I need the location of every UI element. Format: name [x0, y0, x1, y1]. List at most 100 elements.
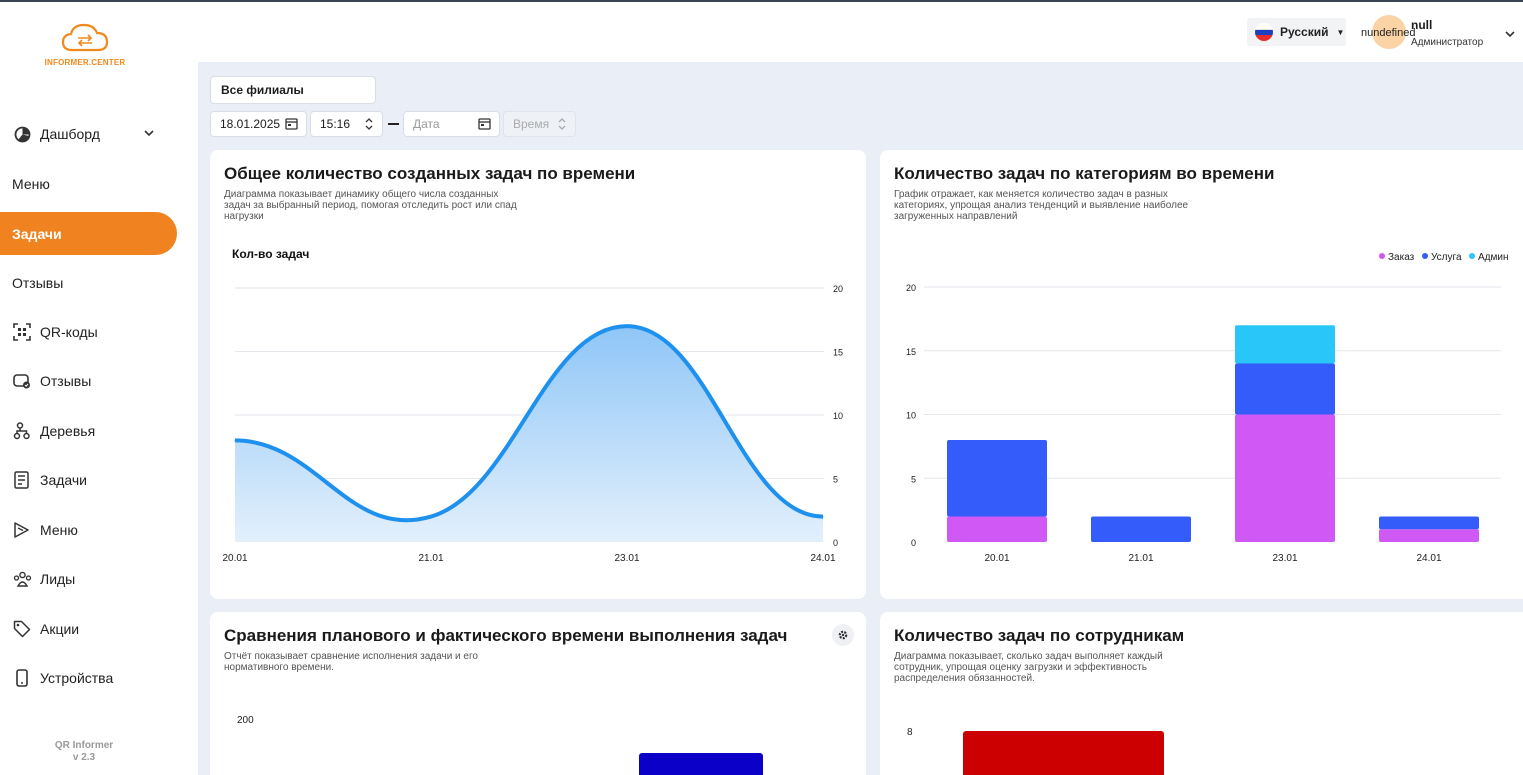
x-tick-label: 21.01 — [1128, 553, 1153, 564]
bar-segment-service — [1235, 363, 1335, 415]
sidebar-item-label: Задачи — [40, 472, 88, 488]
sidebar-item-label: Устройства — [40, 670, 114, 686]
sidebar-item-reviews[interactable]: Отзывы — [0, 360, 177, 402]
sidebar-subitem-tasks[interactable]: Задачи — [0, 212, 177, 255]
bar-segment-order — [947, 516, 1047, 542]
sidebar-item-qr-codes[interactable]: QR-коды — [0, 311, 177, 353]
sidebar-item-trees[interactable]: Деревья — [0, 410, 177, 452]
legend-marker — [1422, 253, 1428, 259]
time-from-field[interactable]: 15:16 — [310, 111, 383, 137]
data-point — [822, 516, 824, 518]
sidebar-item-label: Акции — [40, 621, 80, 637]
top-header: Русский ▼ nundefined null Администратор — [198, 2, 1523, 62]
y-tick-label: 10 — [906, 411, 916, 421]
time-to-placeholder: Время — [513, 117, 550, 131]
sidebar-item-label: Лиды — [40, 571, 76, 587]
review-icon — [12, 371, 32, 391]
sidebar-item-label: Деревья — [40, 423, 96, 439]
tag-icon — [12, 619, 32, 639]
plan-vs-fact-chart: 200 — [237, 715, 763, 775]
bar-segment-order — [1235, 414, 1335, 542]
card-plan-vs-fact: Сравнения планового и фактического време… — [210, 612, 866, 775]
russia-flag-icon — [1255, 23, 1273, 41]
chevron-down-icon — [143, 126, 155, 142]
x-tick-label: 24.01 — [810, 553, 835, 564]
sidebar: INFORMER.CENTER Дашборд Меню Задачи Отзы… — [0, 2, 198, 775]
bar-segment-service — [1091, 516, 1191, 542]
card-total-tasks: Общее количество созданных задач по врем… — [210, 150, 866, 599]
y-tick-label: 20 — [833, 284, 843, 294]
chart-title: Кол-во задач — [232, 247, 309, 261]
user-role: Администратор — [1411, 37, 1484, 48]
menu-book-icon — [12, 520, 32, 540]
y-tick-label: 15 — [833, 348, 843, 358]
user-name: null — [1411, 18, 1433, 32]
sidebar-subitem-reviews[interactable]: Отзывы — [0, 262, 177, 304]
bar-segment-service — [947, 440, 1047, 517]
sidebar-item-label: Меню — [40, 522, 78, 538]
legend-label: Заказ — [1388, 252, 1415, 263]
tree-icon — [12, 421, 32, 441]
avatar-text: nundefined — [1361, 27, 1416, 39]
caret-down-icon: ▼ — [1336, 27, 1345, 37]
sidebar-item-leads[interactable]: Лиды — [0, 558, 177, 600]
sidebar-item-label: Отзывы — [40, 373, 92, 389]
sidebar-item-dashboard[interactable]: Дашборд — [0, 113, 177, 155]
bar-plan — [639, 753, 763, 775]
y-tick-label: 0 — [833, 538, 838, 548]
x-tick-label: 23.01 — [614, 553, 639, 564]
date-to-field[interactable]: Дата — [403, 111, 500, 137]
time-to-field[interactable]: Время — [503, 111, 576, 137]
sidebar-subitem-menu[interactable]: Меню — [0, 163, 177, 205]
sidebar-item-menu[interactable]: Меню — [0, 509, 177, 551]
x-tick-label: 21.01 — [418, 553, 443, 564]
x-tick-label: 20.01 — [984, 553, 1009, 564]
legend-marker — [1469, 253, 1475, 259]
x-tick-label: 24.01 — [1416, 553, 1441, 564]
legend-label: Услуга — [1431, 252, 1462, 263]
y-tick-label: 20 — [906, 283, 916, 293]
tasks-icon — [12, 470, 32, 490]
x-tick-label: 20.01 — [222, 553, 247, 564]
sidebar-item-label: Отзывы — [12, 275, 64, 291]
bar-segment-service — [1379, 516, 1479, 530]
spinner-icon — [557, 117, 567, 134]
app-footer-name: QR Informer — [54, 740, 114, 751]
pie-chart-icon — [12, 124, 32, 144]
y-tick-label: 200 — [237, 715, 254, 726]
card-tasks-by-category: Количество задач по категориям во времен… — [880, 150, 1523, 599]
date-to-placeholder: Дата — [413, 117, 440, 131]
bar-employee — [963, 731, 1164, 775]
y-tick-label: 8 — [907, 727, 913, 738]
x-tick-label: 23.01 — [1272, 553, 1297, 564]
total-tasks-chart: Кол-во задач 0 5 10 15 20 20.01 21.01 23.01 24.01 — [222, 247, 843, 564]
logo[interactable]: INFORMER.CENTER — [40, 20, 130, 67]
data-point — [626, 325, 628, 327]
sidebar-item-devices[interactable]: Устройства — [0, 657, 177, 699]
y-tick-label: 5 — [911, 474, 916, 484]
sidebar-item-promotions[interactable]: Акции — [0, 608, 177, 650]
card-tasks-by-employee: Количество задач по сотрудникам Диаграмм… — [880, 612, 1523, 775]
tasks-by-category-chart: 0 5 10 15 20 20.01 21.01 23.01 24.01 Заказ Услуга А… — [906, 252, 1509, 564]
tasks-by-employee-chart: 8 — [907, 727, 1164, 775]
y-tick-label: 10 — [833, 411, 843, 421]
legend-label: Админ — [1478, 252, 1509, 263]
device-icon — [12, 668, 32, 688]
logo-text: INFORMER.CENTER — [44, 58, 126, 67]
sidebar-item-label: Меню — [12, 176, 50, 192]
sidebar-item-tasks[interactable]: Задачи — [0, 459, 177, 501]
calendar-icon[interactable] — [285, 117, 298, 133]
date-from-value: 18.01.2025 — [220, 117, 281, 131]
branch-select[interactable]: Все филиалы — [210, 76, 376, 104]
time-from-value: 15:16 — [320, 117, 351, 131]
calendar-icon[interactable] — [478, 117, 491, 133]
user-menu-chevron-icon[interactable] — [1504, 27, 1516, 45]
spinner-icon[interactable] — [364, 117, 374, 134]
range-separator — [388, 123, 399, 125]
bar-segment-admin — [1235, 325, 1335, 364]
bar-segment-order — [1379, 529, 1479, 542]
sidebar-item-label: QR-коды — [40, 324, 98, 340]
y-tick-label: 15 — [906, 347, 916, 357]
date-from-field[interactable]: 18.01.2025 — [210, 111, 307, 137]
language-selector[interactable]: Русский ▼ — [1247, 18, 1346, 46]
